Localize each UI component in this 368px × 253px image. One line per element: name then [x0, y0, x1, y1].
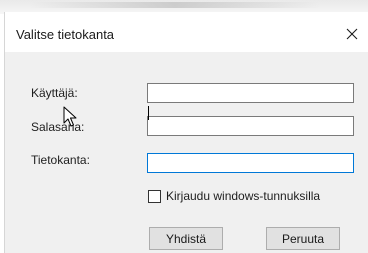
- dialog-titlebar: Valitse tietokanta: [5, 12, 368, 52]
- username-field[interactable]: [147, 83, 354, 103]
- mouse-pointer-icon: [63, 106, 77, 127]
- cancel-button[interactable]: Peruuta: [266, 227, 340, 250]
- username-label: Käyttäjä:: [31, 86, 78, 100]
- windows-auth-label: Kirjaudu windows-tunnuksilla: [166, 189, 321, 203]
- password-field[interactable]: [147, 116, 354, 136]
- connect-button[interactable]: Yhdistä: [149, 227, 223, 250]
- background-window-shadow: [30, 2, 320, 8]
- windows-auth-checkbox[interactable]: [148, 189, 161, 203]
- text-caret: [148, 106, 149, 120]
- close-icon[interactable]: [339, 21, 365, 47]
- dialog-body: Käyttäjä: Salasana: Tietokanta: Kirjaudu…: [5, 52, 368, 253]
- database-field[interactable]: [147, 153, 354, 173]
- select-database-dialog: Valitse tietokanta Käyttäjä: Salasana: T…: [4, 12, 368, 253]
- windows-auth-option[interactable]: Kirjaudu windows-tunnuksilla: [148, 189, 320, 203]
- database-label: Tietokanta:: [31, 153, 90, 167]
- dialog-title: Valitse tietokanta: [16, 27, 115, 42]
